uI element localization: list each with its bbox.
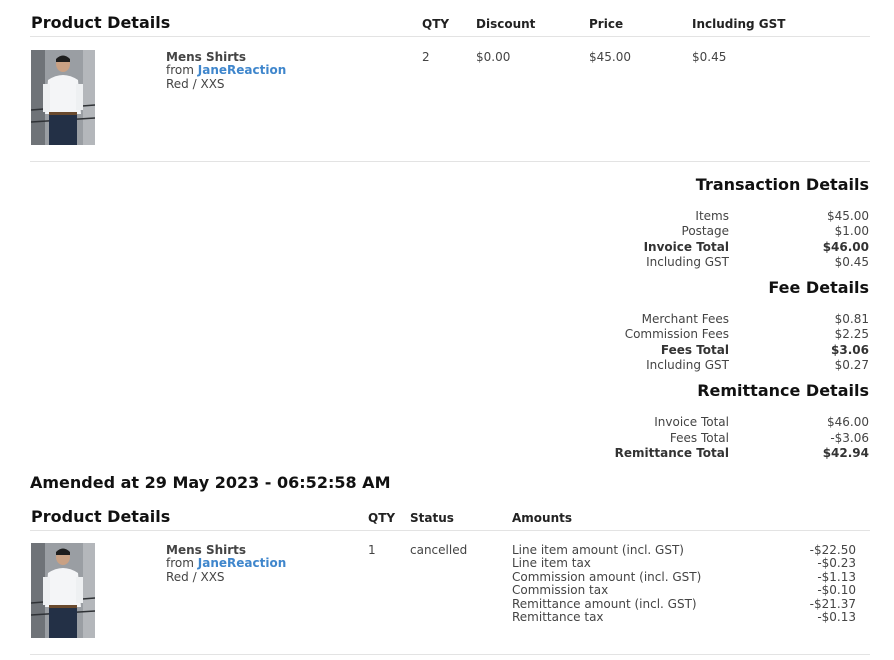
amended-product-divider (30, 654, 870, 655)
amended-col-qty-header: QTY (368, 511, 396, 525)
transaction-gst-label: Including GST (646, 255, 729, 269)
product-divider (30, 161, 870, 162)
header-divider (30, 36, 870, 37)
amount-remittance-tax-value: -$0.13 (817, 610, 856, 624)
remittance-invoice-total-label: Invoice Total (654, 415, 729, 429)
fees-total-label: Fees Total (660, 343, 729, 357)
fees-gst-value: $0.27 (834, 358, 869, 372)
amount-commission-value: -$1.13 (817, 570, 856, 584)
product-price: $45.00 (589, 50, 631, 64)
transaction-invoice-total-value: $46.00 (822, 240, 869, 254)
amount-remittance-tax-label: Remittance tax (512, 610, 604, 624)
col-qty-header: QTY (422, 17, 450, 31)
remittance-total-label: Remittance Total (614, 446, 729, 460)
product-photo-graphic (31, 50, 95, 145)
transaction-items-label: Items (695, 209, 729, 223)
transaction-postage-label: Postage (681, 224, 729, 238)
product-qty: 2 (422, 50, 430, 64)
amount-line-item-tax-label: Line item tax (512, 556, 591, 570)
fees-merchant-value: $0.81 (834, 312, 869, 326)
fees-merchant-label: Merchant Fees (641, 312, 729, 326)
amount-line-item-label: Line item amount (incl. GST) (512, 543, 684, 557)
product-name[interactable]: Mens Shirts (166, 50, 246, 64)
fees-commission-label: Commission Fees (624, 327, 729, 341)
product-details-title: Product Details (31, 13, 171, 32)
fees-total-value: $3.06 (831, 343, 869, 357)
fee-details-title: Fee Details (768, 278, 869, 297)
product-variant: Red / XXS (166, 77, 225, 91)
amended-product-status: cancelled (410, 543, 468, 557)
remittance-fees-total-label: Fees Total (669, 431, 729, 445)
product-image[interactable] (31, 50, 95, 145)
fees-gst-label: Including GST (646, 358, 729, 372)
amendment-title: Amended at 29 May 2023 - 06:52:58 AM (30, 473, 391, 492)
remittance-fees-total-value: -$3.06 (830, 431, 869, 445)
transaction-gst-value: $0.45 (834, 255, 869, 269)
product-vendor-line: from JaneReaction (166, 63, 286, 77)
amended-vendor-prefix: from (166, 556, 194, 570)
amount-remittance-value: -$21.37 (809, 597, 856, 611)
product-discount: $0.00 (476, 50, 511, 64)
amount-line-item-value: -$22.50 (809, 543, 856, 557)
product-gst: $0.45 (692, 50, 727, 64)
vendor-link[interactable]: JaneReaction (198, 63, 286, 77)
col-price-header: Price (589, 17, 624, 31)
amended-product-photo-graphic (31, 543, 95, 638)
amount-commission-label: Commission amount (incl. GST) (512, 570, 702, 584)
remittance-invoice-total-value: $46.00 (827, 415, 869, 429)
amended-product-image[interactable] (31, 543, 95, 638)
col-discount-header: Discount (476, 17, 536, 31)
transaction-postage-value: $1.00 (834, 224, 869, 238)
transaction-invoice-total-label: Invoice Total (643, 240, 729, 254)
transaction-items-value: $45.00 (827, 209, 869, 223)
vendor-prefix: from (166, 63, 194, 77)
amended-col-status-header: Status (410, 511, 454, 525)
amended-product-details-title: Product Details (31, 507, 171, 526)
col-gst-header: Including GST (692, 17, 786, 31)
amended-col-amounts-header: Amounts (512, 511, 572, 525)
transaction-details-title: Transaction Details (695, 175, 869, 194)
amended-product-variant: Red / XXS (166, 570, 225, 584)
remittance-details-title: Remittance Details (697, 381, 869, 400)
amended-product-name[interactable]: Mens Shirts (166, 543, 246, 557)
amended-product-qty: 1 (368, 543, 376, 557)
amended-vendor-link[interactable]: JaneReaction (198, 556, 286, 570)
amount-remittance-label: Remittance amount (incl. GST) (512, 597, 697, 611)
amount-line-item-tax-value: -$0.23 (817, 556, 856, 570)
amount-commission-tax-label: Commission tax (512, 583, 609, 597)
amount-commission-tax-value: -$0.10 (817, 583, 856, 597)
fees-commission-value: $2.25 (834, 327, 869, 341)
amended-product-vendor-line: from JaneReaction (166, 556, 286, 570)
amended-header-divider (30, 530, 870, 531)
remittance-total-value: $42.94 (822, 446, 869, 460)
